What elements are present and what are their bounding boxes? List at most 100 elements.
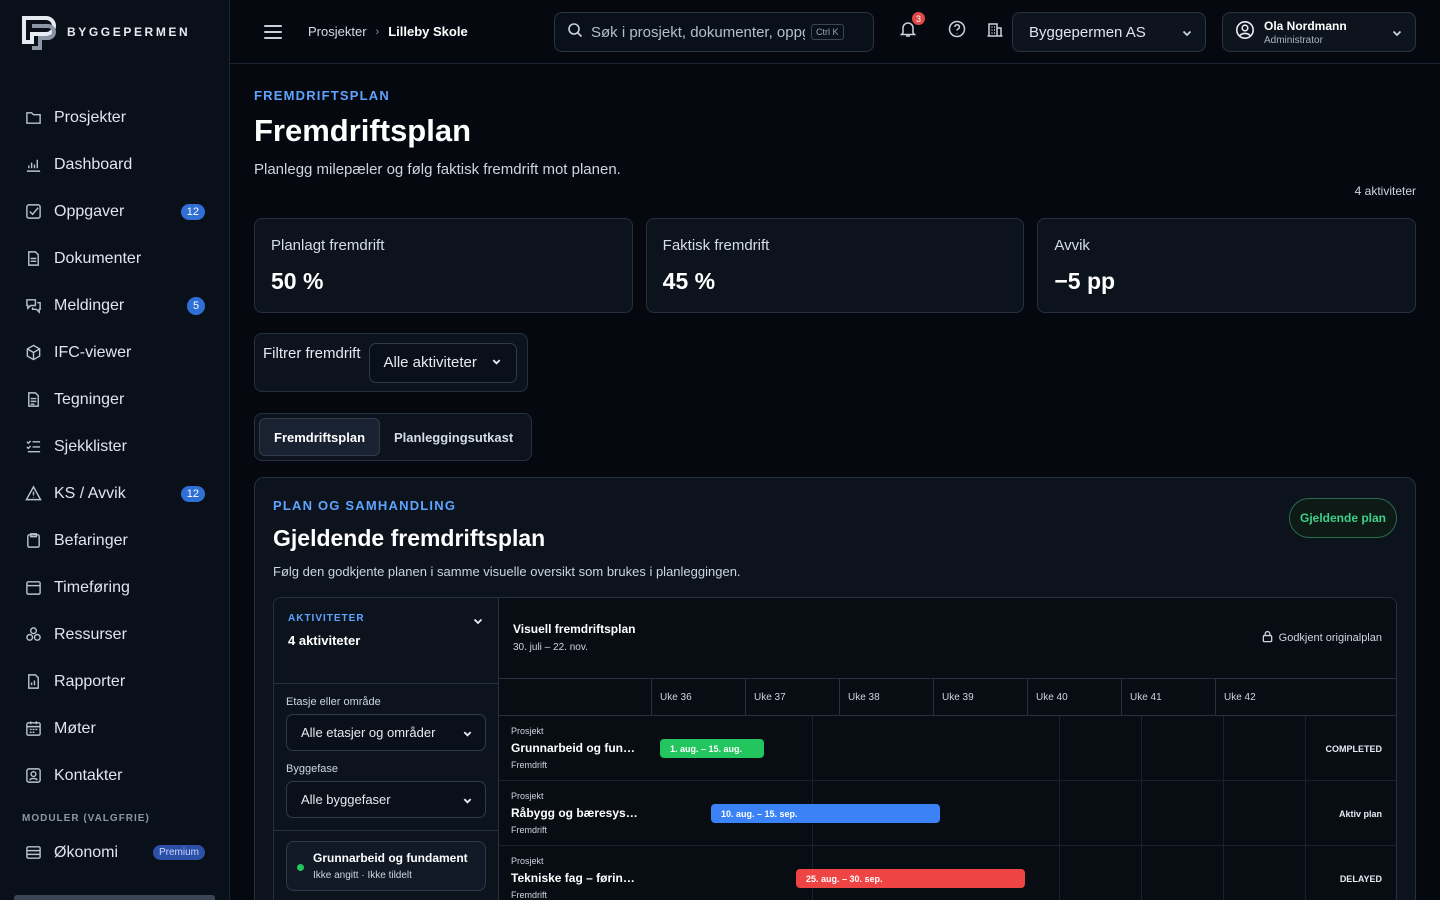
breadcrumb-chevron-icon: › bbox=[375, 25, 380, 38]
gantt-row[interactable]: Prosjekt Grunnarbeid og fundament Fremdr… bbox=[499, 716, 1396, 781]
progress-filter: Filtrer fremdrift Alle aktiviteter bbox=[254, 333, 528, 392]
sidebar-scrollbar[interactable] bbox=[14, 895, 215, 900]
sidebar-item-prosjekter[interactable]: Prosjekter bbox=[0, 94, 229, 141]
floor-filter-select[interactable]: Alle etasjer og områder bbox=[286, 714, 486, 751]
phase-filter-select[interactable]: Alle byggefaser bbox=[286, 781, 486, 818]
phase-filter-value: Alle byggefaser bbox=[301, 792, 391, 807]
sidebar-item-label: IFC-viewer bbox=[54, 343, 132, 361]
sidebar-item-ifc-viewer[interactable]: IFC-viewer bbox=[0, 329, 229, 376]
chevron-down-icon[interactable] bbox=[472, 614, 484, 632]
breadcrumb-projects-link[interactable]: Prosjekter bbox=[308, 24, 367, 39]
stat-value: 50 % bbox=[271, 268, 324, 294]
tab-fremdriftsplan[interactable]: Fremdriftsplan bbox=[259, 418, 381, 456]
row-activity-name: Råbygg og bæresystem bbox=[511, 806, 641, 820]
row-info: Prosjekt Tekniske fag – føringer Fremdri… bbox=[511, 856, 641, 900]
notifications-button[interactable]: 3 bbox=[897, 12, 925, 42]
gantt-bar[interactable]: 10. aug. – 15. sep. bbox=[711, 804, 940, 823]
stat-card-deviation: Avvik −5 pp bbox=[1037, 218, 1417, 313]
sidebar-item-label: KS / Avvik bbox=[54, 484, 126, 502]
notification-count-badge: 3 bbox=[912, 12, 925, 25]
building-button[interactable] bbox=[984, 20, 1006, 42]
sidebar-item-label: Økonomi bbox=[54, 843, 119, 861]
sidebar: BYGGEPERMEN Prosjekter Dashboard Oppgave… bbox=[0, 0, 230, 900]
row-status: COMPLETED bbox=[1325, 744, 1382, 754]
panel-title: Gjeldende fremdriftsplan bbox=[273, 525, 546, 551]
sidebar-item-label: Rapporter bbox=[54, 672, 126, 690]
brand-name: BYGGEPERMEN bbox=[67, 25, 191, 39]
help-button[interactable] bbox=[946, 20, 968, 42]
row-project: Prosjekt bbox=[511, 726, 544, 736]
brand-logo[interactable]: BYGGEPERMEN bbox=[0, 0, 229, 64]
sidebar-item-dashboard[interactable]: Dashboard bbox=[0, 141, 229, 188]
sidebar-item-oppgaver[interactable]: Oppgaver 12 bbox=[0, 188, 229, 235]
page-eyebrow: FREMDRIFTSPLAN bbox=[254, 88, 390, 103]
search-box[interactable]: Ctrl K bbox=[554, 12, 874, 52]
help-icon bbox=[948, 20, 966, 43]
sidebar-item-timeforing[interactable]: Timeføring bbox=[0, 564, 229, 611]
gantt-bar[interactable]: 25. aug. – 30. sep. bbox=[796, 869, 1025, 888]
logo-mark-icon bbox=[22, 12, 62, 52]
approved-plan-indicator[interactable]: Godkjent originalplan bbox=[1261, 630, 1382, 646]
cube-icon bbox=[24, 344, 42, 362]
sidebar-item-label: Sjekklister bbox=[54, 437, 127, 455]
activity-filter-select[interactable]: Alle aktiviteter bbox=[368, 342, 517, 383]
sidebar-item-meldinger[interactable]: Meldinger 5 bbox=[0, 282, 229, 329]
sidebar-item-rapporter[interactable]: Rapporter bbox=[0, 658, 229, 705]
breadcrumb-current: Lilleby Skole bbox=[388, 24, 468, 39]
sidebar-item-tegninger[interactable]: Tegninger bbox=[0, 376, 229, 423]
divider bbox=[274, 830, 498, 831]
sidebar-item-moter[interactable]: Møter bbox=[0, 705, 229, 752]
chevron-down-icon bbox=[462, 794, 473, 809]
sidebar-item-ressurser[interactable]: Ressurser bbox=[0, 611, 229, 658]
stat-value: −5 pp bbox=[1054, 268, 1116, 294]
plan-tabs: Fremdriftsplan Planleggingsutkast bbox=[254, 413, 533, 461]
search-shortcut-hint: Ctrl K bbox=[811, 24, 844, 40]
week-label: Uke 38 bbox=[839, 679, 880, 716]
row-status: DELAYED bbox=[1339, 874, 1382, 884]
activities-header[interactable]: AKTIVITETER 4 aktiviteter bbox=[274, 598, 498, 684]
gantt-bar[interactable]: 1. aug. – 15. aug. bbox=[660, 739, 764, 758]
contacts-icon bbox=[24, 767, 42, 785]
search-input[interactable] bbox=[591, 23, 805, 41]
row-project: Prosjekt bbox=[511, 791, 544, 801]
sidebar-item-label: Befaringer bbox=[54, 531, 128, 549]
document-icon bbox=[24, 250, 42, 268]
sidebar-item-okonomi[interactable]: Økonomi Premium bbox=[0, 829, 229, 876]
sidebar-item-label: Møter bbox=[54, 719, 96, 737]
activity-card[interactable]: Grunnarbeid og fundament Ikke angitt · I… bbox=[286, 841, 486, 891]
gantt-row[interactable]: Prosjekt Tekniske fag – føringer Fremdri… bbox=[499, 846, 1396, 900]
activities-count: 4 aktiviteter bbox=[288, 633, 361, 648]
gantt-chart: Visuell fremdriftsplan 30. juli – 22. no… bbox=[499, 598, 1396, 900]
chevron-down-icon bbox=[462, 727, 473, 742]
gantt-week-header: Uke 36 Uke 37 Uke 38 Uke 39 Uke 40 Uke 4… bbox=[499, 679, 1396, 716]
gantt-row[interactable]: Prosjekt Råbygg og bæresystem Fremdrift … bbox=[499, 781, 1396, 846]
chart-icon bbox=[24, 156, 42, 174]
sidebar-item-dokumenter[interactable]: Dokumenter bbox=[0, 235, 229, 282]
user-menu[interactable]: Ola Nordmann Administrator bbox=[1222, 12, 1416, 52]
lock-icon bbox=[1261, 630, 1274, 646]
sidebar-item-befaringer[interactable]: Befaringer bbox=[0, 517, 229, 564]
clipboard-icon bbox=[24, 532, 42, 550]
sidebar-item-sjekklister[interactable]: Sjekklister bbox=[0, 423, 229, 470]
page-title: Fremdriftsplan bbox=[254, 113, 472, 148]
app-root: BYGGEPERMEN Prosjekter Dashboard Oppgave… bbox=[0, 0, 1440, 900]
stat-card-actual: Faktisk fremdrift 45 % bbox=[645, 218, 1025, 313]
drawing-icon bbox=[24, 391, 42, 409]
stat-value: 45 % bbox=[662, 268, 716, 294]
stats-row: Planlagt fremdrift 50 % Faktisk fremdrif… bbox=[254, 218, 1417, 313]
premium-tag: Premium bbox=[152, 845, 205, 860]
page-content: FREMDRIFTSPLAN Fremdriftsplan Planlegg m… bbox=[230, 64, 1440, 900]
sidebar-item-kontakter[interactable]: Kontakter bbox=[0, 752, 229, 799]
folder-icon bbox=[24, 109, 42, 127]
row-activity-name: Grunnarbeid og fundament bbox=[511, 741, 641, 755]
activity-filter-value: Alle aktiviteter bbox=[383, 354, 477, 371]
economy-icon bbox=[24, 844, 42, 862]
timesheet-icon bbox=[24, 579, 42, 597]
tab-planleggingsutkast[interactable]: Planleggingsutkast bbox=[380, 418, 527, 456]
menu-toggle-button[interactable] bbox=[264, 24, 282, 39]
sidebar-item-ks-avvik[interactable]: KS / Avvik 12 bbox=[0, 470, 229, 517]
company-select[interactable]: Byggepermen AS bbox=[1012, 12, 1206, 52]
row-activity-name: Tekniske fag – føringer bbox=[511, 871, 641, 885]
user-role: Administrator bbox=[1264, 34, 1323, 46]
week-label: Uke 40 bbox=[1027, 679, 1068, 716]
